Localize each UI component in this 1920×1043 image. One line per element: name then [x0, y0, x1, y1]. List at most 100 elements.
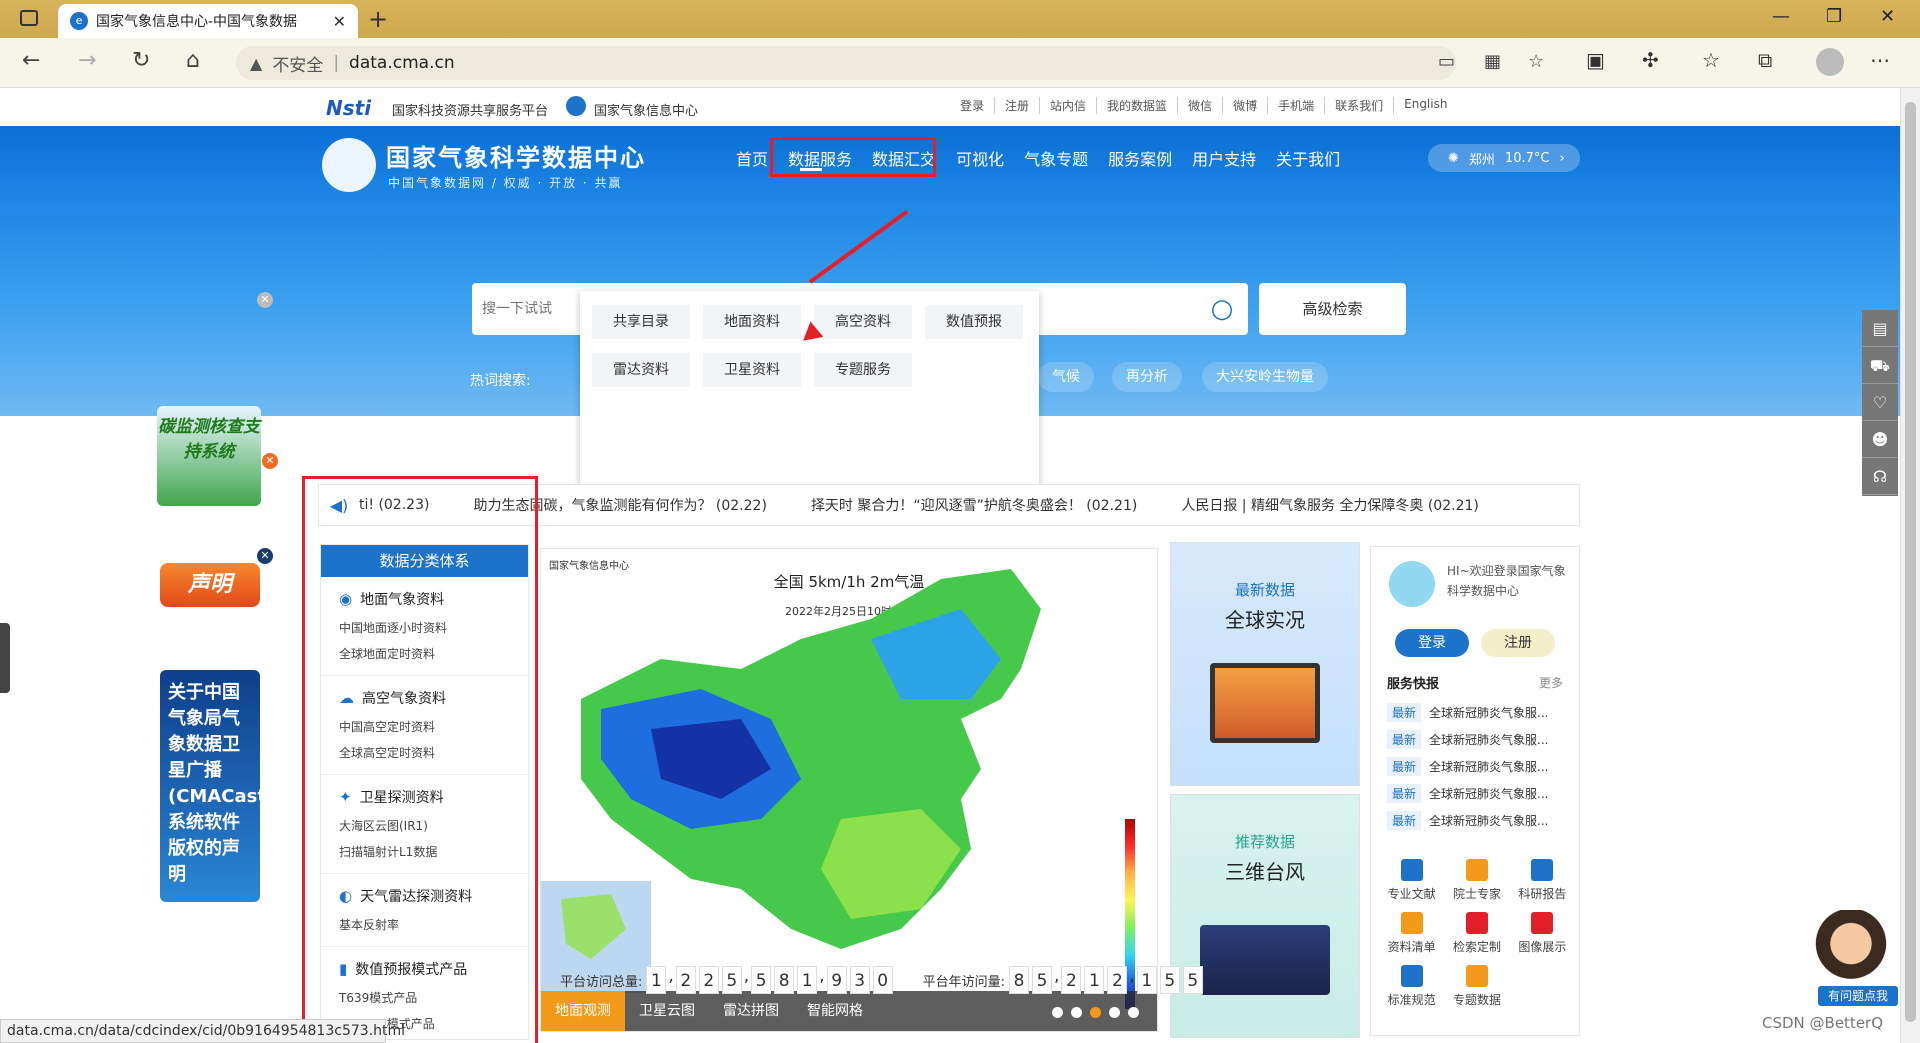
- news-item[interactable]: 最新 全球新冠肺炎气象服...: [1387, 726, 1567, 753]
- news-item[interactable]: 最新 全球新冠肺炎气象服...: [1387, 753, 1567, 780]
- map-tab-surface[interactable]: 地面观测: [541, 991, 625, 1031]
- user-icon[interactable]: ☻: [1862, 421, 1898, 458]
- dropdown-item-surface[interactable]: 地面资料: [703, 305, 801, 339]
- refresh-icon[interactable]: ↻: [132, 48, 150, 73]
- search-icon[interactable]: ○: [1196, 294, 1248, 324]
- new-tab-icon[interactable]: +: [368, 5, 388, 33]
- left-edge-handle[interactable]: [0, 623, 10, 693]
- close-window-icon[interactable]: ✕: [1880, 6, 1895, 27]
- dropdown-item-catalog[interactable]: 共享目录: [592, 305, 690, 339]
- support-icon[interactable]: ☊: [1862, 458, 1898, 495]
- category-link[interactable]: 全球地面定时资料: [339, 641, 514, 667]
- tab-actions-icon[interactable]: [20, 10, 38, 26]
- service-grid-item[interactable]: 专业文献: [1379, 855, 1444, 902]
- slide-dot[interactable]: [1128, 1007, 1139, 1018]
- chevron-right-icon[interactable]: ›: [1559, 151, 1564, 166]
- back-icon[interactable]: ←: [22, 48, 40, 73]
- apps-icon[interactable]: ▦: [1484, 51, 1501, 72]
- category-link[interactable]: 中国地面逐小时资料: [339, 615, 514, 641]
- top-link-mobile[interactable]: 手机端: [1268, 97, 1326, 114]
- nsti-logo[interactable]: Nsti: [326, 96, 371, 120]
- ticker-item[interactable]: 择天时 聚合力！“迎风逐雪”护航冬奥盛会！ (02.21): [811, 495, 1137, 515]
- category-link[interactable]: 扫描辐射计L1数据: [339, 839, 514, 865]
- service-grid-item[interactable]: 检索定制: [1444, 908, 1509, 955]
- top-link-wechat[interactable]: 微信: [1178, 97, 1224, 114]
- dropdown-item-satellite[interactable]: 卫星资料: [703, 353, 801, 387]
- service-grid-item[interactable]: 院士专家: [1444, 855, 1509, 902]
- forward-icon[interactable]: →: [78, 48, 96, 73]
- profile-avatar[interactable]: [1816, 48, 1844, 76]
- help-button[interactable]: 有问题点我: [1818, 986, 1898, 1006]
- favorites-icon[interactable]: ☆: [1702, 48, 1720, 72]
- ticker-item[interactable]: 人民日报 | 精细气象服务 全力保障冬奥 (02.21): [1181, 495, 1479, 515]
- latest-data-card[interactable]: 最新数据 全球实况: [1170, 542, 1360, 786]
- news-item[interactable]: 最新 全球新冠肺炎气象服...: [1387, 780, 1567, 807]
- nav-support[interactable]: 用户支持: [1182, 146, 1266, 170]
- weather-widget[interactable]: ✺ 郑州 10.7°C ›: [1428, 144, 1580, 172]
- category-link[interactable]: 全球高空定时资料: [339, 740, 514, 766]
- slide-dot[interactable]: [1109, 1007, 1120, 1018]
- more-menu-icon[interactable]: ⋯: [1870, 48, 1890, 72]
- slide-dot[interactable]: [1052, 1007, 1063, 1018]
- scrollbar-thumb[interactable]: [1905, 102, 1916, 1022]
- nsti-text[interactable]: 国家科技资源共享服务平台: [392, 100, 548, 119]
- hot-tag-climate[interactable]: 气候: [1038, 362, 1094, 392]
- category-link[interactable]: 基本反射率: [339, 912, 514, 938]
- top-link-basket[interactable]: 我的数据篮: [1097, 97, 1179, 114]
- home-icon[interactable]: ⌂: [186, 48, 200, 73]
- map-tab-radar[interactable]: 雷达拼图: [709, 991, 793, 1031]
- map-slideshow[interactable]: 国家气象信息中心 全国 5km/1h 2m气温 2022年2月25日10时 BJ…: [540, 548, 1158, 1032]
- service-grid-item[interactable]: 图像展示: [1510, 908, 1575, 955]
- slide-dot[interactable]: [1071, 1007, 1082, 1018]
- document-icon[interactable]: ▤: [1862, 310, 1898, 347]
- dropdown-item-upper-air[interactable]: 高空资料: [814, 305, 912, 339]
- register-button[interactable]: 注册: [1481, 629, 1555, 657]
- maximize-icon[interactable]: ❐: [1826, 6, 1842, 27]
- reader-view-icon[interactable]: ▭: [1438, 51, 1455, 72]
- category-link[interactable]: 中国高空定时资料: [339, 714, 514, 740]
- close-icon[interactable]: ✕: [257, 548, 273, 564]
- cma-text[interactable]: 国家气象信息中心: [594, 100, 698, 119]
- top-link-english[interactable]: English: [1394, 97, 1457, 114]
- nav-cases[interactable]: 服务案例: [1098, 146, 1182, 170]
- service-grid-item[interactable]: 专题数据: [1444, 961, 1509, 1008]
- category-title[interactable]: 天气雷达探测资料: [360, 886, 472, 906]
- browser-tab[interactable]: e 国家气象信息中心-中国气象数据 ✕: [58, 4, 358, 38]
- advanced-search-button[interactable]: 高级检索: [1259, 283, 1406, 335]
- login-button[interactable]: 登录: [1395, 629, 1469, 657]
- add-favorite-icon[interactable]: ☆: [1528, 51, 1544, 72]
- service-grid-item[interactable]: 资料清单: [1379, 908, 1444, 955]
- dropdown-item-nwp[interactable]: 数值预报: [925, 305, 1023, 339]
- extensions-icon[interactable]: ✣: [1642, 48, 1659, 72]
- news-item[interactable]: 最新 全球新冠肺炎气象服...: [1387, 807, 1567, 834]
- hot-tag-reanalysis[interactable]: 再分析: [1112, 362, 1182, 392]
- brand-title[interactable]: 国家气象科学数据中心: [386, 138, 646, 173]
- statement-banner[interactable]: 声明: [160, 563, 260, 607]
- map-tab-grid[interactable]: 智能网格: [793, 991, 877, 1031]
- heart-icon[interactable]: ♡: [1862, 384, 1898, 421]
- dropdown-item-radar[interactable]: 雷达资料: [592, 353, 690, 387]
- nav-visualization[interactable]: 可视化: [946, 146, 1014, 170]
- category-title[interactable]: 高空气象资料: [362, 688, 446, 708]
- nav-topics[interactable]: 气象专题: [1014, 146, 1098, 170]
- top-link-register[interactable]: 注册: [995, 97, 1041, 114]
- category-title[interactable]: 卫星探测资料: [360, 787, 444, 807]
- dropdown-item-special[interactable]: 专题服务: [814, 353, 912, 387]
- category-title[interactable]: 数值预报模式产品: [355, 959, 467, 979]
- hot-tag-biomass[interactable]: 大兴安岭生物量: [1202, 362, 1328, 392]
- close-icon[interactable]: ✕: [257, 292, 273, 308]
- extension-app-icon[interactable]: ▣: [1586, 48, 1605, 72]
- service-grid-item[interactable]: 标准规范: [1379, 961, 1444, 1008]
- top-link-inbox[interactable]: 站内信: [1040, 97, 1098, 114]
- carbon-monitoring-banner[interactable]: 碳监测核查支持系统: [157, 406, 261, 506]
- close-icon[interactable]: ✕: [262, 453, 278, 469]
- collections-icon[interactable]: ⧉: [1758, 48, 1772, 72]
- address-field[interactable]: ▲ 不安全 | data.cma.cn: [236, 46, 1456, 80]
- news-item[interactable]: 最新 全球新冠肺炎气象服...: [1387, 699, 1567, 726]
- top-link-weibo[interactable]: 微博: [1223, 97, 1269, 114]
- minimize-icon[interactable]: —: [1772, 6, 1790, 27]
- slide-dot[interactable]: [1090, 1007, 1101, 1018]
- category-title[interactable]: 地面气象资料: [360, 589, 444, 609]
- top-link-login[interactable]: 登录: [950, 97, 996, 114]
- cmacast-statement-banner[interactable]: 关于中国气象局气象数据卫星广播(CMACast)系统软件版权的声明: [160, 670, 274, 902]
